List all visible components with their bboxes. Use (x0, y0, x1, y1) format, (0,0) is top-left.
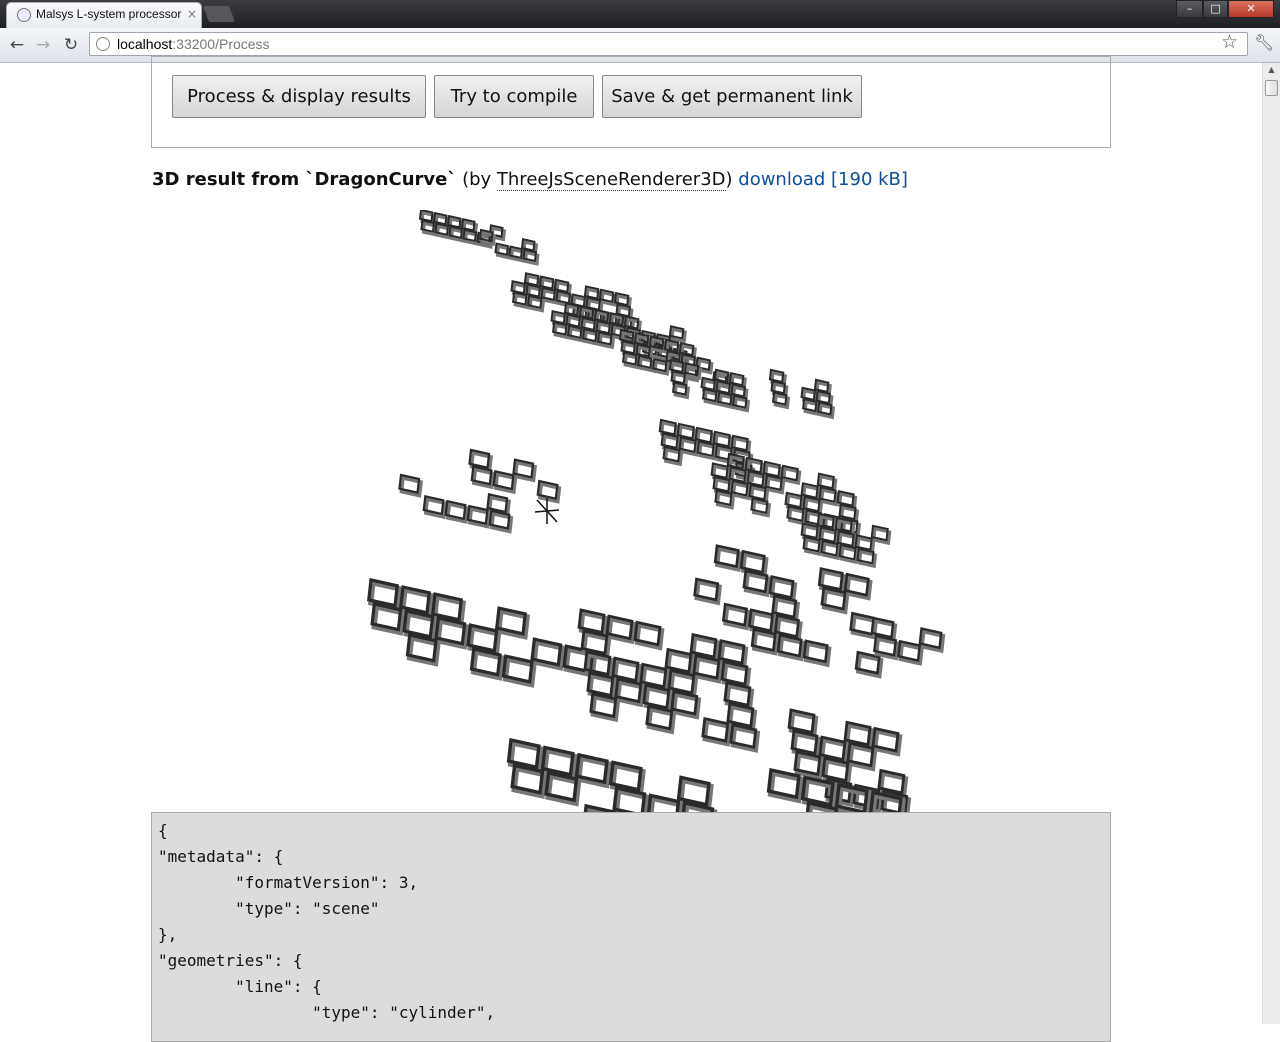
result-by-close: ) (725, 169, 739, 190)
origin-axis-marker (534, 509, 560, 513)
wrench-icon[interactable]: 🔧︎ (1254, 33, 1274, 52)
window-titlebar: Malsys L-system processor × – □ ✕ (0, 0, 1280, 28)
code-line: "geometries": { (158, 951, 303, 970)
3d-viewport[interactable] (151, 210, 1111, 812)
url-path: :33200/Process (172, 36, 270, 52)
browser-tab[interactable]: Malsys L-system processor × (6, 2, 202, 28)
globe-icon (17, 8, 31, 22)
back-arrow-icon[interactable]: ← (6, 34, 28, 56)
renderer-name[interactable]: ThreeJsSceneRenderer3D (496, 169, 726, 191)
code-line: "metadata": { (158, 847, 284, 866)
close-window-button[interactable]: ✕ (1228, 0, 1274, 18)
result-by-open: (by (456, 169, 497, 190)
tab-title: Malsys L-system processor (36, 7, 182, 21)
code-line: }, (158, 925, 178, 944)
dragon-curve-render[interactable] (151, 210, 1111, 812)
code-line: "type": "scene" (158, 899, 380, 918)
process-display-button[interactable]: Process & display results (172, 75, 426, 118)
bookmark-star-icon[interactable]: ☆ (1221, 31, 1238, 53)
scrollbar-thumb[interactable] (1265, 80, 1278, 96)
new-tab-button[interactable] (203, 6, 235, 22)
page-scrollbar[interactable]: ▲ (1262, 63, 1280, 1024)
code-line: "type": "cylinder", (158, 1003, 496, 1022)
code-line: "line": { (158, 977, 322, 996)
result-title: 3D result from `DragonCurve` (152, 169, 457, 190)
url-text: localhost:33200/Process (117, 36, 270, 52)
scroll-up-icon[interactable]: ▲ (1265, 65, 1278, 75)
minimize-button[interactable]: – (1176, 0, 1203, 18)
download-link[interactable]: download [190 kB] (738, 169, 908, 190)
try-compile-button[interactable]: Try to compile (434, 75, 594, 118)
page-info-icon (96, 37, 110, 51)
address-bar[interactable]: localhost:33200/Process (89, 32, 1248, 56)
maximize-button[interactable]: □ (1203, 0, 1228, 18)
result-heading: 3D result from `DragonCurve` (by ThreeJs… (152, 169, 908, 191)
code-line: "formatVersion": 3, (158, 873, 419, 892)
forward-arrow-icon[interactable]: → (32, 34, 54, 56)
tab-close-icon[interactable]: × (187, 7, 197, 21)
save-permalink-button[interactable]: Save & get permanent link (602, 75, 862, 118)
json-output: { "metadata": { "formatVersion": 3, "typ… (151, 812, 1111, 1042)
code-line: { (158, 821, 168, 840)
reload-icon[interactable]: ↻ (60, 34, 82, 56)
url-host: localhost (117, 36, 173, 52)
